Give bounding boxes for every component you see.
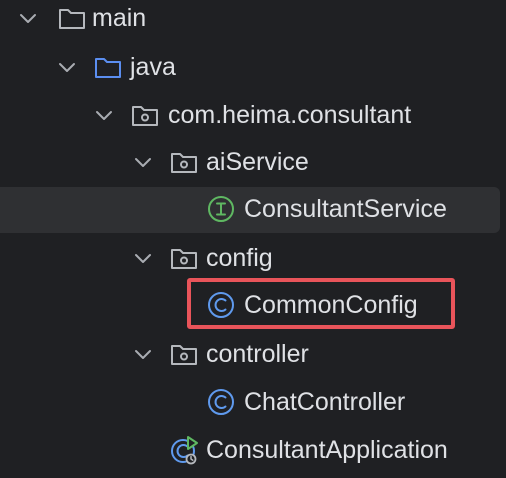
chevron-down-icon[interactable] bbox=[93, 104, 115, 126]
chevron-down-icon[interactable] bbox=[17, 7, 39, 29]
chevron-down-icon[interactable] bbox=[132, 151, 154, 173]
tree-item-consultantapplication[interactable]: ConsultantApplication bbox=[0, 428, 500, 474]
highlight-box bbox=[187, 278, 455, 329]
chevron-down-icon[interactable] bbox=[132, 343, 154, 365]
tree-item-chatcontroller[interactable]: ChatController bbox=[0, 380, 500, 426]
tree-item-aiservice[interactable]: aiService bbox=[0, 140, 500, 186]
tree-item-config[interactable]: config bbox=[0, 236, 500, 282]
tree-item-label: ChatController bbox=[244, 388, 406, 416]
tree-item-java[interactable]: java bbox=[0, 45, 500, 91]
tree-item-label: ConsultantService bbox=[244, 195, 447, 223]
tree-item-controller[interactable]: controller bbox=[0, 332, 500, 378]
tree-item-label: controller bbox=[206, 340, 309, 368]
folder-icon bbox=[59, 9, 85, 29]
tree-item-main[interactable]: main bbox=[0, 0, 500, 42]
package-icon bbox=[171, 249, 197, 269]
chevron-down-icon[interactable] bbox=[56, 56, 78, 78]
project-tree: main java com.heima.consultant aiService… bbox=[0, 0, 506, 478]
tree-item-label: aiService bbox=[206, 148, 309, 176]
tree-item-label: com.heima.consultant bbox=[168, 101, 412, 129]
tree-item-label: ConsultantApplication bbox=[206, 436, 448, 464]
package-icon bbox=[132, 106, 158, 126]
chevron-down-icon[interactable] bbox=[132, 247, 154, 269]
class-icon bbox=[208, 389, 234, 415]
tree-item-label: config bbox=[206, 244, 273, 272]
interface-icon bbox=[208, 196, 234, 222]
tree-item-com-heima-consultant[interactable]: com.heima.consultant bbox=[0, 93, 500, 139]
spring-boot-app-icon bbox=[171, 436, 198, 465]
tree-item-label: main bbox=[92, 4, 147, 32]
package-icon bbox=[171, 345, 197, 365]
tree-item-label: java bbox=[130, 53, 176, 81]
tree-item-consultantservice[interactable]: ConsultantService bbox=[0, 187, 500, 233]
package-icon bbox=[171, 153, 197, 173]
source-folder-icon bbox=[95, 58, 121, 78]
